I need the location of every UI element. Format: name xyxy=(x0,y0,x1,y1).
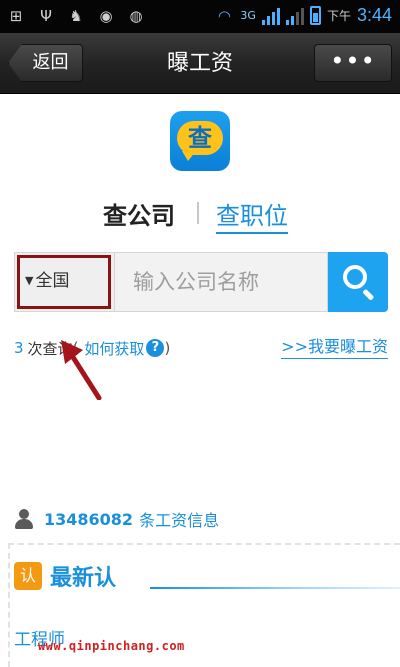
search-mode-tabs: 查公司 查职位 xyxy=(0,196,400,234)
latest-underline xyxy=(150,587,400,589)
caret-down-icon: ▼ xyxy=(25,274,34,287)
salary-count-row: 13486082 条工资信息 xyxy=(14,507,219,531)
more-options-button[interactable]: ••• xyxy=(314,44,392,82)
search-icon xyxy=(343,265,367,289)
tab-search-company[interactable]: 查公司 xyxy=(103,196,175,231)
query-count-row: 3 次查询 ( 如何获取 ? ) xyxy=(14,336,170,360)
app-logo: 查 xyxy=(170,111,230,171)
region-dropdown[interactable]: ▼ 全国 xyxy=(14,252,114,312)
latest-title: 最新认 xyxy=(50,566,117,591)
status-right: ◠ 3G 下午 3:44 xyxy=(214,5,392,26)
logo-glyph: 查 xyxy=(177,121,223,155)
query-count-label: 次查询 xyxy=(27,339,73,358)
status-left-icons: ⊞ Ψ ♞ ◉ ◍ xyxy=(6,6,146,26)
wifi-icon: ◠ xyxy=(217,6,231,25)
time-prefix: 下午 xyxy=(326,9,351,23)
network-label: 3G xyxy=(240,9,256,22)
salary-count-label: 条工资信息 xyxy=(139,511,220,530)
region-value: 全国 xyxy=(35,271,70,291)
signal-icon-2 xyxy=(285,7,304,25)
how-to-get-link[interactable]: 如何获取 xyxy=(84,338,144,359)
expose-salary-link[interactable]: >>我要曝工资 xyxy=(281,336,388,359)
title-bar: 曝工资 返回 ••• xyxy=(0,33,400,94)
usb-icon: Ψ xyxy=(40,7,52,25)
status-bar: ⊞ Ψ ♞ ◉ ◍ ◠ 3G 下午 3:44 xyxy=(0,0,400,33)
app-icon-2: ◍ xyxy=(129,7,143,25)
search-icon-handle xyxy=(362,288,375,301)
clock: 3:44 xyxy=(356,5,392,25)
battery-icon xyxy=(309,6,321,25)
person-icon xyxy=(14,508,34,530)
open-paren: ( xyxy=(72,339,79,357)
watermark: www.qinpinchang.com xyxy=(38,639,185,653)
add-icon: ⊞ xyxy=(9,7,23,25)
signal-icon xyxy=(261,7,280,25)
app-icon: ◉ xyxy=(99,7,113,25)
close-paren: ) xyxy=(164,339,171,357)
android-icon: ♞ xyxy=(69,7,83,25)
latest-header: 认 最新认 xyxy=(14,561,116,591)
tab-search-job[interactable]: 查职位 xyxy=(216,196,288,234)
help-icon[interactable]: ? xyxy=(146,339,165,357)
query-count: 3 xyxy=(14,339,24,357)
back-button[interactable]: 返回 xyxy=(8,44,83,82)
app-screen: ⊞ Ψ ♞ ◉ ◍ ◠ 3G 下午 3:44 曝工资 返回 ••• 查 查公司 … xyxy=(0,0,400,667)
search-button[interactable] xyxy=(328,252,388,312)
certified-badge-icon: 认 xyxy=(14,562,42,590)
salary-count-number: 13486082 xyxy=(44,509,134,529)
logo-bubble-tail xyxy=(182,151,196,161)
search-bar: ▼ 全国 xyxy=(14,252,388,312)
tab-divider xyxy=(197,202,199,224)
company-search-input[interactable] xyxy=(114,252,328,312)
